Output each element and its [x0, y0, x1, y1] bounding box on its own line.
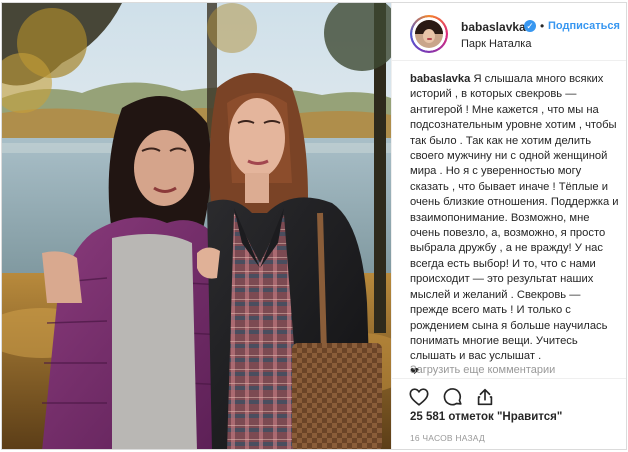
instagram-post: babaslavka ✓ • Подписаться Парк Наталка …: [1, 2, 627, 450]
post-timestamp[interactable]: 16 ЧАСОВ НАЗАД: [410, 433, 485, 443]
username-link[interactable]: babaslavka: [461, 20, 526, 34]
location-link[interactable]: Парк Наталка: [461, 38, 531, 50]
post-photo[interactable]: [2, 3, 391, 449]
post-side-panel: babaslavka ✓ • Подписаться Парк Наталка …: [391, 3, 626, 449]
share-icon[interactable]: [474, 386, 496, 408]
caption-text: Я слышала много всяких историй , в котор…: [410, 73, 619, 363]
caption: babaslavka Я слышала много всяких истори…: [410, 72, 622, 380]
heart-icon[interactable]: [408, 386, 430, 408]
post-image: [2, 3, 391, 449]
separator-dot: •: [540, 19, 545, 33]
load-more-comments-link[interactable]: Загрузить еще комментарии: [410, 364, 555, 376]
checkmark-icon: ✓: [524, 20, 536, 32]
post-actions: 25 581 отметок "Нравится" 16 ЧАСОВ НАЗАД: [392, 378, 626, 449]
avatar[interactable]: [410, 15, 448, 53]
caption-author-link[interactable]: babaslavka: [410, 73, 470, 85]
follow-button[interactable]: Подписаться: [548, 20, 620, 32]
comment-icon[interactable]: [442, 386, 464, 408]
avatar-photo: [415, 20, 443, 48]
post-header: babaslavka ✓ • Подписаться Парк Наталка: [392, 3, 626, 61]
likes-count[interactable]: 25 581 отметок "Нравится": [410, 411, 562, 423]
